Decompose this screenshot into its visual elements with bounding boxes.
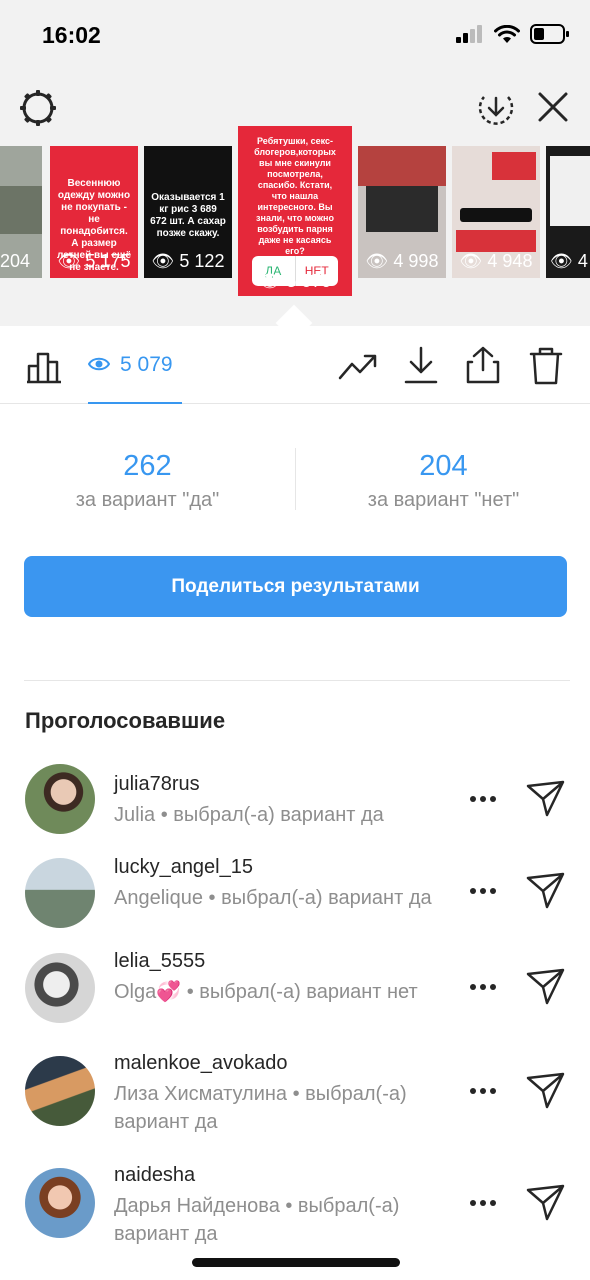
list-item[interactable]: julia78rus Julia • выбрал(-а) вариант да bbox=[0, 764, 590, 844]
status-bar: 16:02 bbox=[0, 0, 590, 72]
signal-icon bbox=[456, 25, 482, 43]
story-views: 👁 4 948 bbox=[459, 251, 533, 271]
action-bar: 5 079 bbox=[0, 326, 590, 404]
avatar[interactable] bbox=[25, 858, 95, 928]
avatar[interactable] bbox=[25, 1056, 95, 1126]
more-options-icon[interactable] bbox=[470, 1198, 498, 1208]
download-icon[interactable] bbox=[403, 346, 439, 384]
voter-username[interactable]: lelia_5555 bbox=[114, 950, 205, 973]
bar-chart-icon[interactable] bbox=[25, 348, 63, 384]
more-options-icon[interactable] bbox=[470, 1086, 498, 1096]
story-thumbnail[interactable]: 👁 4 998 bbox=[358, 146, 446, 278]
avatar[interactable] bbox=[25, 953, 95, 1023]
story-thumbnail[interactable]: 204 bbox=[0, 146, 42, 278]
story-views: 👁 5 175 bbox=[57, 251, 131, 271]
section-divider bbox=[24, 680, 570, 681]
story-thumbnail[interactable]: 👁 4 948 bbox=[452, 146, 540, 278]
story-views-count: 5 079 bbox=[286, 271, 332, 291]
poll-results-screen: 16:02 204 Весеннюю одежду можно не покуп… bbox=[0, 0, 590, 1280]
tab-views[interactable]: 5 079 bbox=[88, 326, 182, 404]
send-icon[interactable] bbox=[526, 872, 566, 910]
gear-icon[interactable] bbox=[18, 88, 58, 128]
views-count: 5 079 bbox=[120, 353, 173, 376]
story-thumbnail[interactable]: Весеннюю одежду можно не покупать - не п… bbox=[50, 146, 138, 278]
story-views-count: 204 bbox=[0, 251, 31, 271]
list-item[interactable]: naidesha Дарья Найденова • выбрал(-а) ва… bbox=[0, 1164, 590, 1250]
voter-username[interactable]: naidesha bbox=[114, 1164, 195, 1187]
share-results-button[interactable]: Поделиться результатами bbox=[24, 556, 567, 617]
story-thumbnail[interactable]: Оказывается 1 кг рис 3 689 672 шт. А сах… bbox=[144, 146, 232, 278]
result-yes: 262 за вариант "да" bbox=[0, 450, 295, 512]
story-views-count: 4 bbox=[577, 251, 588, 271]
story-caption: Оказывается 1 кг рис 3 689 672 шт. А сах… bbox=[150, 192, 226, 239]
more-options-icon[interactable] bbox=[470, 982, 498, 992]
voter-subtitle: Дарья Найденова • выбрал(-а) вариант да bbox=[114, 1195, 400, 1245]
voter-subtitle: Angelique • выбрал(-а) вариант да bbox=[114, 887, 432, 909]
story-views: 204 bbox=[0, 251, 42, 272]
story-views-count: 4 948 bbox=[487, 251, 533, 271]
story-thumbnail-selected[interactable]: Ребятушки, секс-блогеров,которых вы мне … bbox=[238, 126, 352, 296]
eye-icon bbox=[88, 357, 110, 371]
list-item[interactable]: lucky_angel_15 Angelique • выбрал(-а) ва… bbox=[0, 856, 590, 942]
story-views: 👁 5 079 bbox=[258, 271, 332, 291]
result-no-label: за вариант "нет" bbox=[367, 489, 520, 511]
list-item[interactable]: lelia_5555 Olga💞 • выбрал(-а) вариант не… bbox=[0, 950, 590, 1036]
voters-title: Проголосовавшие bbox=[25, 708, 226, 733]
more-options-icon[interactable] bbox=[470, 794, 498, 804]
story-views-count: 5 175 bbox=[85, 251, 131, 271]
voter-subtitle: Julia • выбрал(-а) вариант да bbox=[114, 804, 384, 826]
avatar[interactable] bbox=[25, 1168, 95, 1238]
voter-username[interactable]: malenkoe_avokado bbox=[114, 1052, 287, 1075]
home-indicator[interactable] bbox=[192, 1258, 400, 1267]
trending-icon[interactable] bbox=[338, 352, 378, 380]
battery-icon bbox=[530, 24, 569, 44]
voter-subtitle: Лиза Хисматулина • выбрал(-а) вариант да bbox=[114, 1083, 407, 1133]
send-icon[interactable] bbox=[526, 1184, 566, 1222]
avatar[interactable] bbox=[25, 764, 95, 834]
voter-username[interactable]: julia78rus bbox=[114, 773, 200, 796]
story-views: 👁 5 122 bbox=[151, 251, 225, 271]
story-strip-area: 204 Весеннюю одежду можно не покупать - … bbox=[0, 72, 590, 342]
result-yes-count: 262 bbox=[123, 450, 172, 482]
save-story-icon[interactable] bbox=[476, 88, 516, 128]
story-caption: Ребятушки, секс-блогеров,которых вы мне … bbox=[254, 136, 336, 256]
close-icon[interactable] bbox=[536, 90, 570, 124]
story-views-count: 4 998 bbox=[393, 251, 439, 271]
more-options-icon[interactable] bbox=[470, 886, 498, 896]
send-icon[interactable] bbox=[526, 1072, 566, 1110]
result-yes-label: за вариант "да" bbox=[75, 489, 220, 511]
story-views: 👁 4 bbox=[550, 251, 588, 271]
status-time: 16:02 bbox=[42, 22, 101, 48]
send-icon[interactable] bbox=[526, 968, 566, 1006]
voter-subtitle: Olga💞 • выбрал(-а) вариант нет bbox=[114, 981, 418, 1003]
share-icon[interactable] bbox=[465, 346, 501, 384]
story-views: 👁 4 998 bbox=[365, 251, 439, 271]
result-no: 204 за вариант "нет" bbox=[296, 450, 590, 512]
voter-username[interactable]: lucky_angel_15 bbox=[114, 856, 253, 879]
wifi-icon bbox=[494, 24, 520, 43]
story-views-count: 5 122 bbox=[179, 251, 225, 271]
result-no-count: 204 bbox=[419, 450, 468, 482]
story-thumbnail[interactable]: 👁 4 bbox=[546, 146, 590, 278]
trash-icon[interactable] bbox=[528, 346, 564, 386]
list-item[interactable]: malenkoe_avokado Лиза Хисматулина • выбр… bbox=[0, 1052, 590, 1138]
send-icon[interactable] bbox=[526, 780, 566, 818]
story-caption-card: Ребятушки, секс-блогеров,которых вы мне … bbox=[246, 136, 344, 256]
status-icons bbox=[456, 24, 570, 44]
